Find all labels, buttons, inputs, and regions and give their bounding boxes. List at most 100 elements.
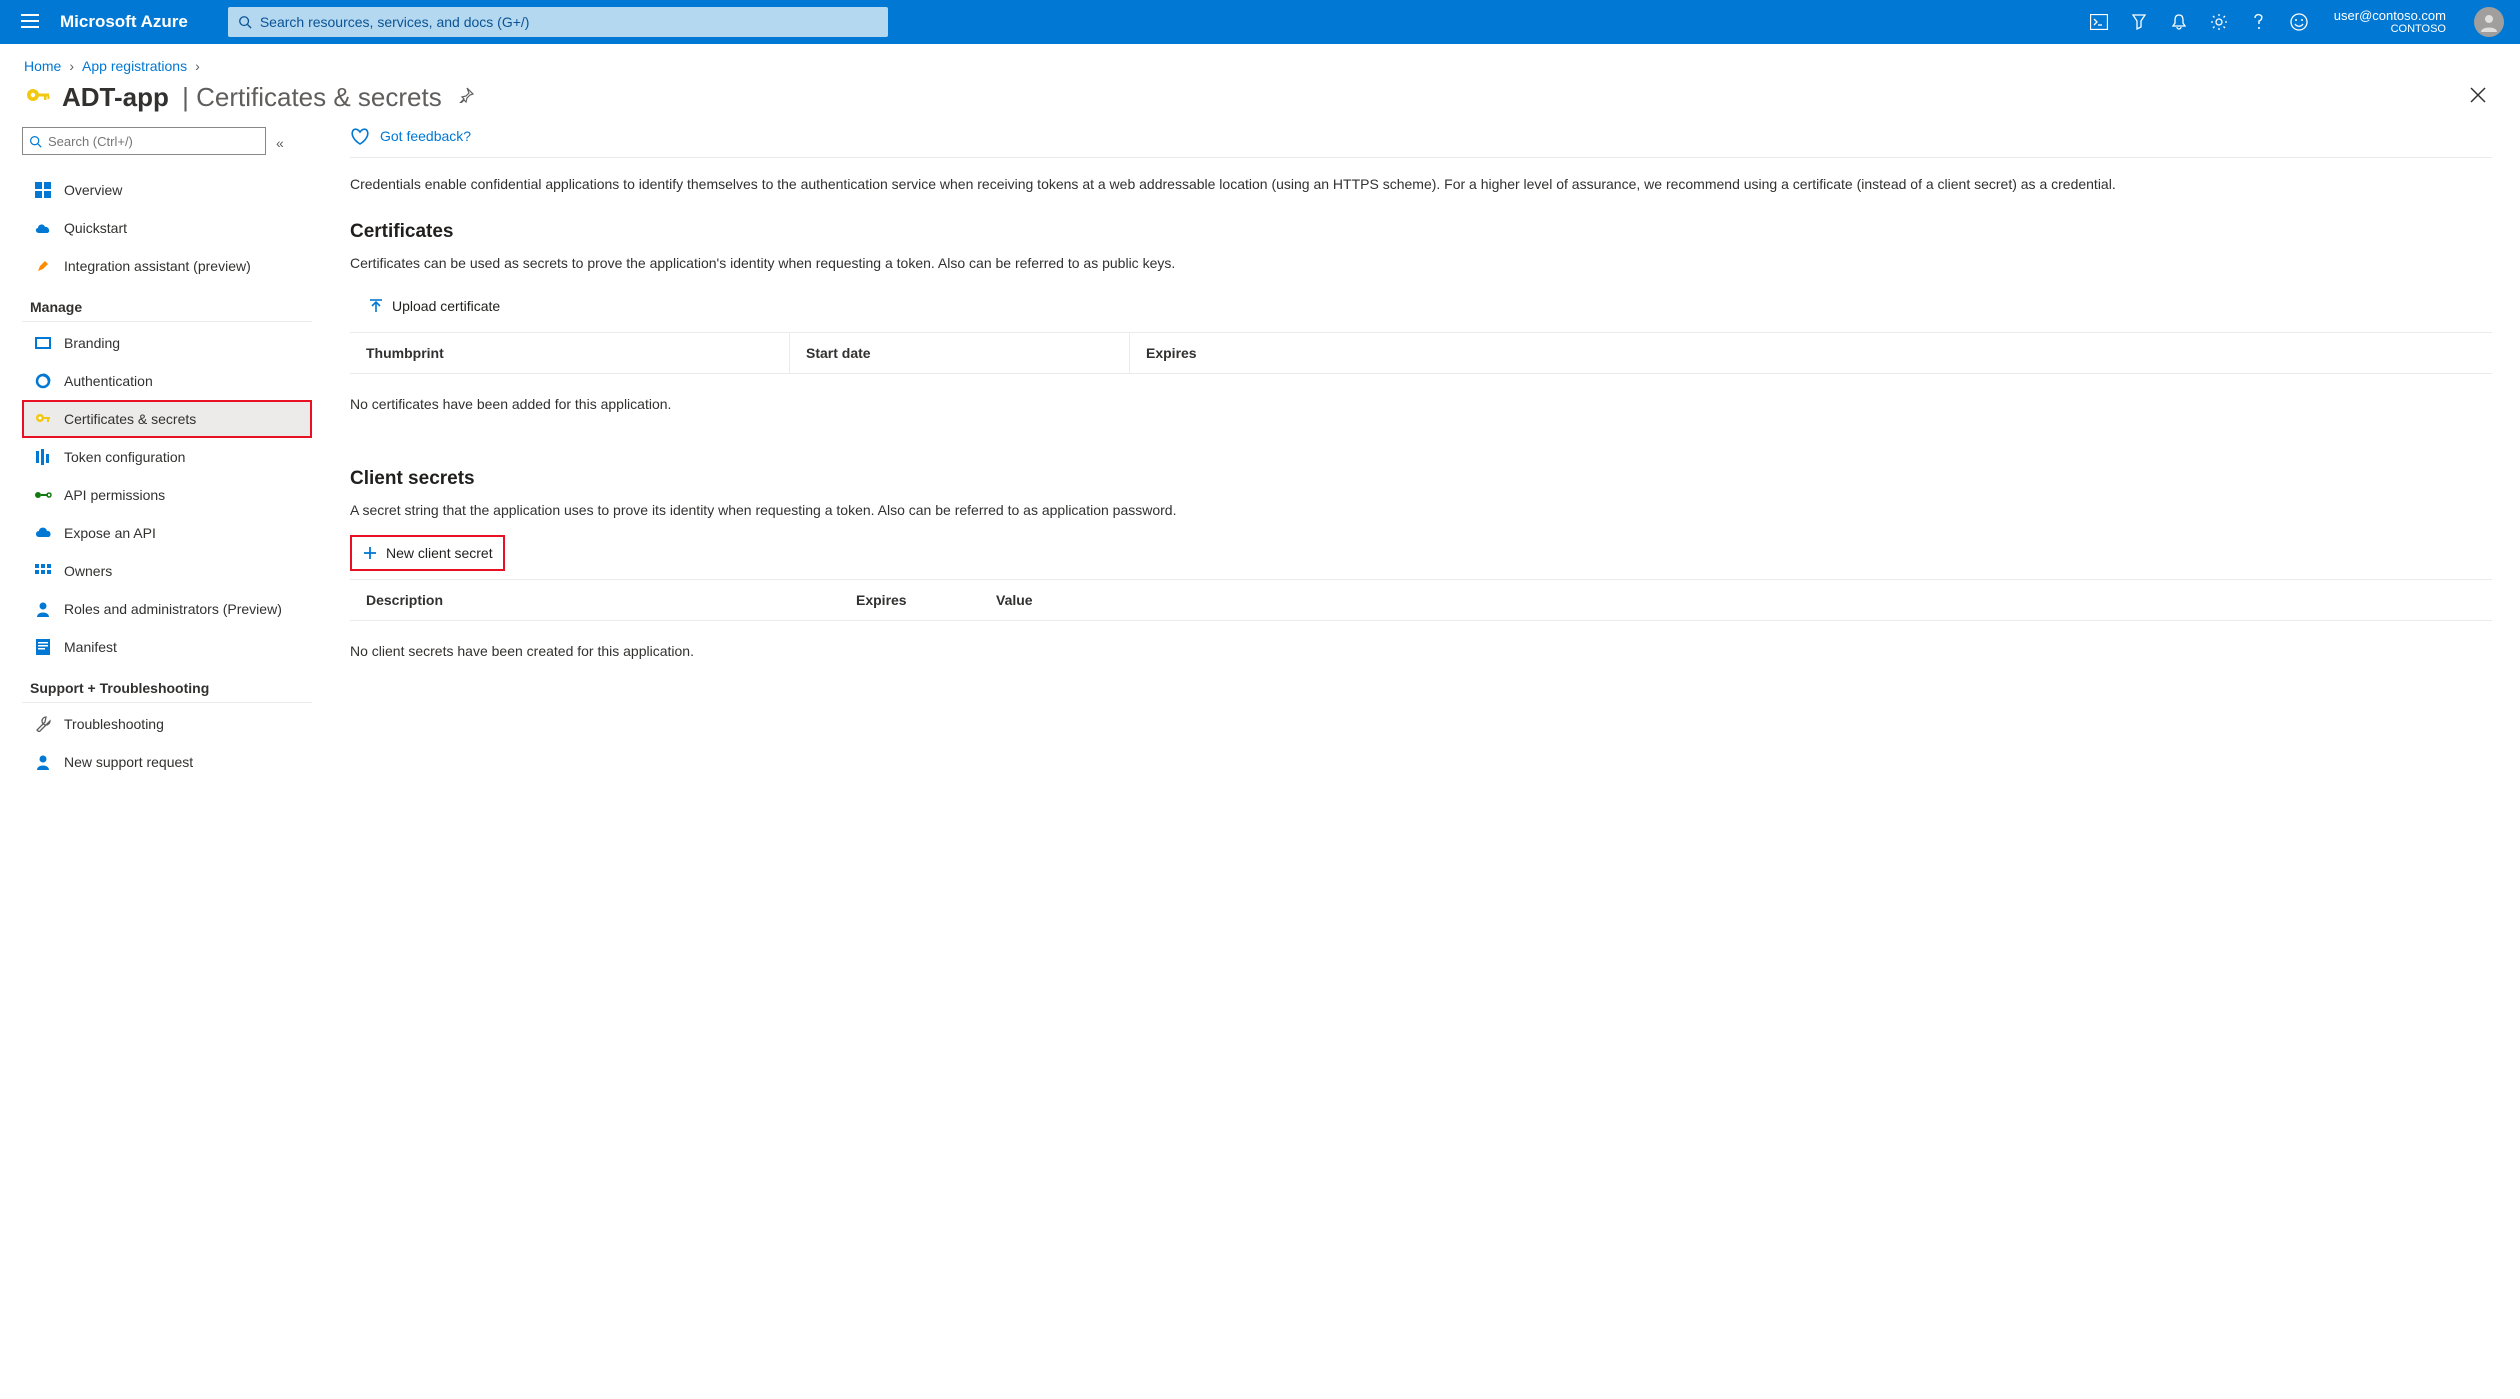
sidebar-item-certificates-secrets[interactable]: Certificates & secrets [22,400,312,438]
heart-icon [350,127,370,145]
sidebar-item-manifest[interactable]: Manifest [22,628,312,666]
help-icon[interactable] [2248,11,2270,33]
sidebar-item-quickstart[interactable]: Quickstart [22,209,312,247]
sidebar-item-label: Troubleshooting [64,716,164,732]
sidebar-item-branding[interactable]: Branding [22,324,312,362]
sidebar-item-new-support[interactable]: New support request [22,743,312,781]
cloud-icon [32,218,54,238]
sidebar-item-integration[interactable]: Integration assistant (preview) [22,247,312,285]
chevron-right-icon: › [69,58,74,74]
col-value: Value [980,580,2492,620]
auth-icon [32,371,54,391]
tenant-name: CONTOSO [2391,23,2446,36]
sidebar-item-label: Certificates & secrets [64,411,196,427]
client-secrets-heading: Client secrets [350,468,2492,490]
pin-icon[interactable] [458,87,474,108]
page-subtitle: | Certificates & secrets [175,82,442,113]
search-icon [29,135,42,148]
top-header: Microsoft Azure user@contoso.com CONTOSO [0,0,2520,44]
notifications-icon[interactable] [2168,11,2190,33]
main-content: Got feedback? Credentials enable confide… [312,123,2520,781]
collapse-icon[interactable]: « [276,135,284,151]
sidebar-item-label: Quickstart [64,220,127,236]
hamburger-icon[interactable] [10,12,50,33]
sidebar-item-owners[interactable]: Owners [22,552,312,590]
new-client-secret-label: New client secret [386,545,493,561]
expose-icon [32,523,54,543]
sidebar-item-label: New support request [64,754,193,770]
sidebar-section-manage: Manage [22,285,312,322]
owners-icon [32,561,54,581]
sidebar-section-support: Support + Troubleshooting [22,666,312,703]
search-icon [238,15,252,29]
certificates-heading: Certificates [350,221,2492,243]
sidebar-item-roles-admins[interactable]: Roles and administrators (Preview) [22,590,312,628]
certificates-table: Thumbprint Start date Expires [350,332,2492,374]
directory-filter-icon[interactable] [2128,11,2150,33]
sidebar-item-api-permissions[interactable]: API permissions [22,476,312,514]
key-icon [24,84,52,112]
user-account[interactable]: user@contoso.com CONTOSO [2334,8,2446,37]
page-header: ADT-app | Certificates & secrets [0,82,2520,123]
sidebar-item-expose-api[interactable]: Expose an API [22,514,312,552]
certificates-desc: Certificates can be used as secrets to p… [350,253,2492,274]
plus-icon [362,545,378,561]
col-thumbprint: Thumbprint [350,333,790,373]
sidebar-search-input[interactable] [48,134,259,149]
col-expires: Expires [840,580,980,620]
col-description: Description [350,580,840,620]
header-icons: user@contoso.com CONTOSO [2088,7,2510,37]
client-secrets-desc: A secret string that the application use… [350,500,2492,521]
user-email: user@contoso.com [2334,8,2446,24]
wrench-icon [32,714,54,734]
sidebar-item-label: Expose an API [64,525,156,541]
overview-icon [32,180,54,200]
feedback-link[interactable]: Got feedback? [350,123,2492,157]
upload-certificate-button[interactable]: Upload certificate [356,288,512,324]
feedback-label: Got feedback? [380,128,471,144]
cloud-shell-icon[interactable] [2088,11,2110,33]
sidebar-item-authentication[interactable]: Authentication [22,362,312,400]
sidebar-item-label: Roles and administrators (Preview) [64,601,282,617]
col-expires: Expires [1130,333,2492,373]
key-icon [32,409,54,429]
upload-icon [368,298,384,314]
settings-icon[interactable] [2208,11,2230,33]
secrets-empty: No client secrets have been created for … [350,631,2492,671]
sidebar-item-label: Integration assistant (preview) [64,258,251,274]
sidebar-search[interactable] [22,127,266,155]
chevron-right-icon: › [195,58,200,74]
sidebar-item-label: Owners [64,563,112,579]
sidebar-item-label: API permissions [64,487,165,503]
avatar[interactable] [2474,7,2504,37]
certificates-empty: No certificates have been added for this… [350,384,2492,424]
new-client-secret-button[interactable]: New client secret [350,535,505,571]
close-icon[interactable] [2470,86,2496,109]
brand-label[interactable]: Microsoft Azure [60,12,188,32]
roles-icon [32,599,54,619]
manifest-icon [32,637,54,657]
api-perm-icon [32,485,54,505]
feedback-smile-icon[interactable] [2288,11,2310,33]
sidebar-item-label: Manifest [64,639,117,655]
upload-certificate-label: Upload certificate [392,298,500,314]
breadcrumb-home[interactable]: Home [24,58,61,74]
breadcrumb-appreg[interactable]: App registrations [82,58,187,74]
global-search-input[interactable] [260,14,878,30]
sidebar-item-label: Authentication [64,373,153,389]
rocket-icon [32,256,54,276]
col-start-date: Start date [790,333,1130,373]
global-search[interactable] [228,7,888,37]
branding-icon [32,333,54,353]
support-icon [32,752,54,772]
sidebar-item-overview[interactable]: Overview [22,171,312,209]
sidebar: « Overview Quickstart Integration assist… [22,123,312,781]
breadcrumb: Home › App registrations › [0,44,2520,82]
intro-text: Credentials enable confidential applicat… [350,174,2492,195]
sidebar-item-token-config[interactable]: Token configuration [22,438,312,476]
sidebar-item-label: Token configuration [64,449,185,465]
sidebar-item-label: Overview [64,182,122,198]
page-title: ADT-app [62,82,169,113]
sidebar-item-troubleshooting[interactable]: Troubleshooting [22,705,312,743]
sidebar-item-label: Branding [64,335,120,351]
